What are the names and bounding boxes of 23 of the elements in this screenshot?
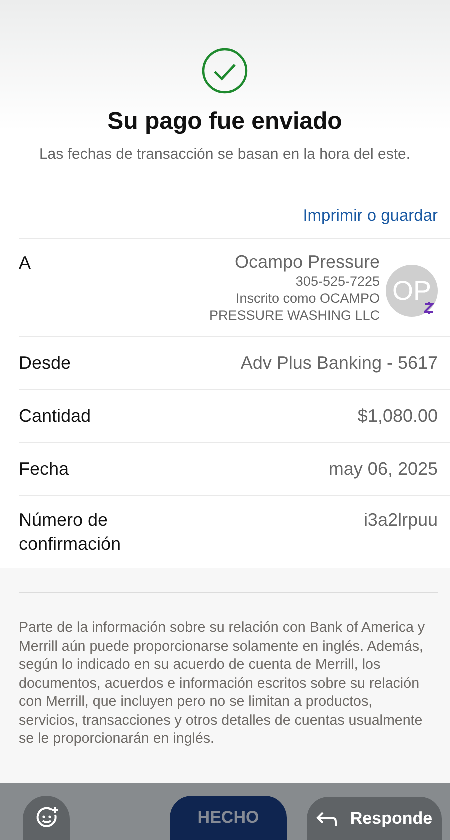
reply-button[interactable]: Responde xyxy=(307,797,442,840)
row-label: Fecha xyxy=(19,458,70,481)
row-value: $1,080.00 xyxy=(358,405,438,428)
recipient-phone: 305-525-7225 xyxy=(294,273,380,290)
reply-arrow-icon xyxy=(316,810,338,826)
subtitle: Las fechas de transacción se basan en la hora del este. xyxy=(39,146,411,163)
row-label: A xyxy=(19,252,32,275)
row-label: Número de confirmación xyxy=(19,509,122,556)
badge-icon xyxy=(424,301,434,315)
page-title: Su pago fue enviado xyxy=(108,108,342,136)
row-label: Cantidad xyxy=(19,405,92,428)
row-value: Adv Plus Banking - 5617 xyxy=(240,352,438,375)
print-link[interactable]: Imprimir o guardar xyxy=(303,207,438,226)
row-value: i3a2lrpuu xyxy=(364,509,438,532)
recipient-name: Ocampo Pressure xyxy=(234,251,380,273)
row-label: Desde xyxy=(19,352,72,375)
recipient-enrolled-name: Inscrito como OCAMPO PRESSURE WASHING LLC xyxy=(208,290,380,324)
done-button[interactable]: HECHO xyxy=(170,796,287,840)
row-value: may 06, 2025 xyxy=(328,458,438,481)
smiley-plus-icon xyxy=(34,806,58,830)
disclaimer: Parte de la información sobre su relación con Bank of America y Merrill aún puede proporcionarse solamente en inglés. Además, según lo indicado en su acuerdo de cuenta de Merrill, los documentos, acuerdos e información escritos sobre su relación con Merrill, que incluyen pero no se limitan a productos, servicios, transacciones y otros detalles de cuentas usualmente se le proporcionarán en inglés. xyxy=(18,619,426,748)
check-circle-icon xyxy=(202,48,248,94)
emoji-add-button[interactable] xyxy=(23,796,70,840)
